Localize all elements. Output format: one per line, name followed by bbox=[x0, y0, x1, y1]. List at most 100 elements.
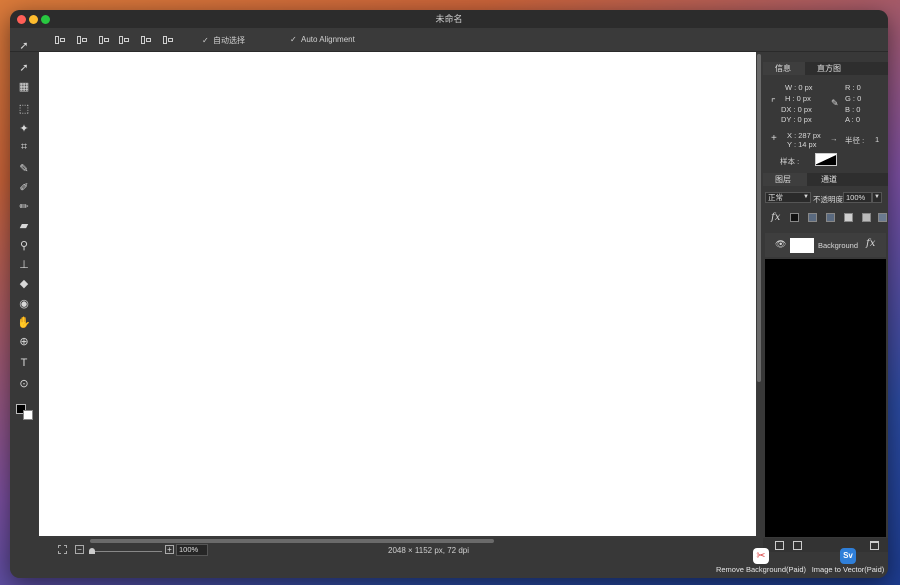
pencil-tool-icon[interactable]: ✎ bbox=[15, 161, 33, 177]
auto-alignment-checkbox[interactable]: ✓ Auto Alignment bbox=[290, 35, 355, 44]
hand-tool-icon[interactable]: ✋ bbox=[15, 315, 33, 331]
height-readout: H : 0 px bbox=[785, 94, 811, 103]
eraser-tool-icon[interactable]: ▰ bbox=[15, 218, 33, 234]
x-readout: X : 287 px bbox=[787, 131, 821, 140]
align-top-icon[interactable] bbox=[118, 34, 130, 46]
right-panel: 信息 直方图 ⌜ W : 0 px H : 0 px DX : 0 px DY … bbox=[763, 52, 888, 578]
marquee-tool-icon[interactable]: ⬚ bbox=[15, 101, 33, 117]
zoom-slider-track[interactable] bbox=[92, 551, 162, 552]
sample-swatch[interactable] bbox=[815, 153, 837, 166]
app-window: 未命名 ✓ 自动选择 ✓ Auto Alignment ➚ ➚ ▦ ⬚ ✦ ⌗ … bbox=[10, 10, 888, 578]
brush-tool-icon[interactable]: ✐ bbox=[15, 180, 33, 196]
dx-readout: DX : 0 px bbox=[781, 105, 812, 114]
close-window-button[interactable] bbox=[17, 15, 26, 24]
opacity-field[interactable]: 100% bbox=[843, 192, 872, 203]
radius-label: 半径 : bbox=[845, 136, 865, 145]
tool-options-bar: ✓ 自动选择 ✓ Auto Alignment bbox=[10, 28, 888, 52]
paint-bucket-tool-icon[interactable]: ◆ bbox=[15, 276, 33, 292]
magic-wand-icon[interactable]: ✦ bbox=[15, 121, 33, 137]
style-preset-2-icon[interactable] bbox=[808, 213, 817, 222]
style-preset-3-icon[interactable] bbox=[826, 213, 835, 222]
image-to-vector-icon: Sv bbox=[840, 548, 856, 564]
tab-histogram[interactable]: 直方图 bbox=[817, 62, 841, 75]
blue-readout: B : 0 bbox=[845, 105, 861, 114]
select-move-tool-icon[interactable]: ➚ bbox=[15, 60, 33, 76]
background-color-swatch[interactable] bbox=[23, 410, 33, 420]
red-readout: R : 0 bbox=[845, 83, 861, 92]
zoom-in-button[interactable]: + bbox=[165, 545, 174, 554]
info-panel-tabs: 信息 直方图 bbox=[763, 62, 888, 75]
width-readout: W : 0 px bbox=[785, 83, 813, 92]
fit-screen-icon[interactable] bbox=[58, 545, 67, 554]
magnifier-tool-icon[interactable]: ⊙ bbox=[15, 376, 33, 392]
layers-panel-tabs: 图层 通道 bbox=[763, 173, 888, 186]
dy-readout: DY : 0 px bbox=[781, 115, 812, 124]
remove-background-button[interactable]: ✂ Remove Background(Paid) bbox=[712, 548, 810, 574]
clone-tool-icon[interactable]: ✏ bbox=[15, 199, 33, 215]
remove-background-icon: ✂ bbox=[753, 548, 769, 564]
status-bar: − + 100% 2048 × 1152 px, 72 dpi bbox=[38, 542, 760, 560]
move-tool-icon[interactable]: ➚ bbox=[15, 38, 33, 54]
y-readout: Y : 14 px bbox=[787, 140, 817, 149]
align-center-horizontal-icon[interactable] bbox=[76, 34, 88, 46]
layer-style-toolbar: fx bbox=[763, 210, 888, 226]
blend-mode-value: 正常 bbox=[768, 193, 783, 202]
align-bottom-icon[interactable] bbox=[162, 34, 174, 46]
alpha-readout: A : 0 bbox=[845, 115, 861, 124]
crop-tool-icon[interactable]: ⌗ bbox=[15, 139, 33, 155]
radius-value: 1 bbox=[875, 135, 880, 144]
zoom-tool-icon[interactable]: ⊕ bbox=[15, 334, 33, 350]
title-bar: 未命名 bbox=[10, 10, 888, 28]
opacity-label: 不透明度 bbox=[813, 195, 843, 204]
layer-fx-icon[interactable]: fx bbox=[866, 238, 875, 249]
crosshair-icon: + bbox=[771, 133, 777, 144]
layer-row[interactable]: 👁 Background fx bbox=[765, 233, 886, 257]
blend-mode-select[interactable]: 正常 ▼ bbox=[765, 192, 811, 203]
remove-background-label: Remove Background(Paid) bbox=[715, 565, 807, 574]
layer-thumbnail bbox=[790, 238, 814, 253]
tools-panel: ➚ ➚ ▦ ⬚ ✦ ⌗ ✎ ✐ ✏ ▰ ⚲ ⊥ ◆ ◉ ✋ ⊕ T ⊙ bbox=[10, 40, 38, 578]
auto-select-checkbox[interactable]: ✓ 自动选择 bbox=[202, 35, 245, 46]
fx-icon[interactable]: fx bbox=[771, 212, 780, 223]
zoom-out-button[interactable]: − bbox=[75, 545, 84, 554]
image-to-vector-button[interactable]: Sv Image to Vector(Paid) bbox=[808, 548, 888, 574]
eye-icon[interactable]: 👁 bbox=[775, 239, 786, 250]
checkmark-icon: ✓ bbox=[290, 34, 297, 44]
auto-select-label: 自动选择 bbox=[213, 36, 245, 45]
style-preset-5-icon[interactable] bbox=[862, 213, 871, 222]
zoom-window-button[interactable] bbox=[41, 15, 50, 24]
style-preset-4-icon[interactable] bbox=[844, 213, 853, 222]
opacity-dropdown-icon[interactable]: ▼ bbox=[872, 192, 882, 203]
document-info: 2048 × 1152 px, 72 dpi bbox=[388, 546, 470, 555]
align-middle-vertical-icon[interactable] bbox=[140, 34, 152, 46]
stamp-tool-icon[interactable]: ⊥ bbox=[15, 257, 33, 273]
transform-tool-icon[interactable]: ▦ bbox=[15, 79, 33, 95]
checkmark-icon: ✓ bbox=[202, 35, 209, 45]
size-corner-icon: ⌜ bbox=[771, 98, 776, 109]
vertical-scrollbar[interactable] bbox=[757, 54, 761, 382]
align-left-icon[interactable] bbox=[54, 34, 66, 46]
chevron-down-icon: ▼ bbox=[803, 194, 809, 200]
window-title: 未命名 bbox=[435, 14, 463, 24]
style-preset-6-icon[interactable] bbox=[878, 213, 887, 222]
zoom-slider-knob[interactable] bbox=[89, 548, 95, 554]
red-eye-tool-icon[interactable]: ◉ bbox=[15, 296, 33, 312]
radius-arrow-icon: → bbox=[830, 134, 838, 143]
align-right-icon[interactable] bbox=[98, 34, 110, 46]
tab-info[interactable]: 信息 bbox=[763, 62, 805, 75]
image-canvas[interactable] bbox=[39, 52, 756, 536]
canvas-area bbox=[38, 52, 761, 543]
style-preset-1-icon[interactable] bbox=[790, 213, 799, 222]
eyedropper-tool-icon[interactable]: ⚲ bbox=[15, 238, 33, 254]
tab-layers[interactable]: 图层 bbox=[763, 173, 807, 186]
zoom-level-field[interactable]: 100% bbox=[176, 544, 208, 556]
auto-alignment-label: Auto Alignment bbox=[301, 35, 355, 44]
sample-label: 样本 : bbox=[780, 157, 800, 166]
layer-name: Background bbox=[818, 241, 859, 250]
green-readout: G : 0 bbox=[845, 94, 862, 103]
layers-list-area bbox=[765, 259, 886, 537]
minimize-window-button[interactable] bbox=[29, 15, 38, 24]
image-to-vector-label: Image to Vector(Paid) bbox=[811, 565, 885, 574]
tab-channels[interactable]: 通道 bbox=[821, 173, 837, 186]
text-tool-icon[interactable]: T bbox=[15, 355, 33, 371]
